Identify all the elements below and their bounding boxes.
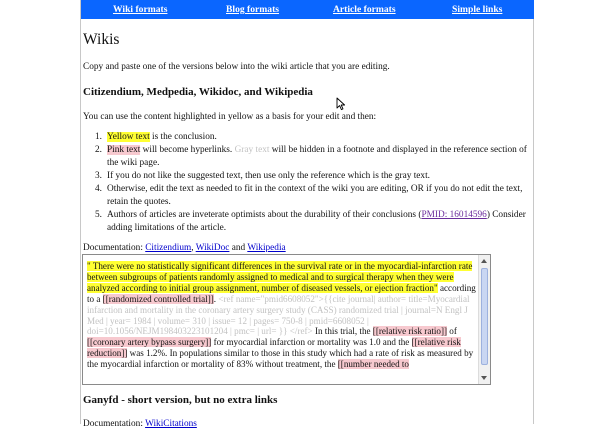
documentation-label: Documentation: [83,419,146,429]
list-number: 2. [95,145,102,156]
list-item: 4. Otherwise, edit the text as needed to… [95,183,531,208]
instruction-list: 1. Yellow text is the conclusion. 2. Pin… [95,131,531,235]
list-number: 4. [95,184,102,195]
list-item-text: Otherwise, edit the text as needed to fi… [107,184,523,207]
pmid-link[interactable]: PMID: 16014596 [421,210,486,220]
textarea-content: " There were no statistically significan… [87,261,477,370]
list-number: 5. [95,209,102,220]
gray-text-sample: Gray text [234,145,270,156]
section-lead-text: You can use the content highlighted in y… [83,112,377,122]
textarea-text: In this trial, the [312,326,373,337]
yellow-highlight-sample: Yellow text [107,132,150,142]
nav-link-article-formats[interactable]: Article formats [333,4,396,15]
scroll-down-arrow-icon[interactable] [481,376,487,380]
doc-link-wikicitations[interactable]: WikiCitations [145,419,197,429]
textarea-text: of [447,326,457,337]
list-number: 3. [95,170,102,181]
mouse-pointer-icon [336,97,346,111]
doc-separator: and [229,243,248,253]
list-item-text: is the conclusion. [149,132,217,142]
wikilink-number-needed-to-treat: [[number needed to [337,359,409,370]
wikilink-coronary-artery-bypass-surgery: [[coronary artery bypass surgery]] [87,337,212,348]
intro-text: Copy and paste one of the versions below… [83,62,390,72]
scroll-thumb[interactable] [481,268,488,365]
list-item-text: If you do not like the suggested text, t… [107,170,430,181]
conclusion-quote: " There were no statistically significan… [87,261,473,293]
list-item: 2. Pink text will become hyperlinks. Gra… [95,144,531,169]
doc-link-wikipedia[interactable]: Wikipedia [247,243,285,253]
nav-link-wiki-formats[interactable]: Wiki formats [113,4,167,15]
documentation-line: Documentation: Citizendium, WikiDoc and … [83,243,286,253]
nav-link-simple-links[interactable]: Simple links [452,4,502,15]
page-border-right [533,0,534,424]
textarea-text: for myocardial infarction or mortality w… [211,337,412,348]
list-item-text: will become hyperlinks. [140,145,235,156]
page-border-left [80,0,81,424]
wikilink-randomized-controlled-trial: [[randomized controlled trial]] [102,293,214,304]
doc-link-citizendium[interactable]: Citizendium [145,243,191,253]
documentation-line-2: Documentation: WikiCitations [83,419,197,429]
section-heading-wikis: Citizendium, Medpedia, Wikidoc, and Wiki… [83,86,313,98]
list-item-text: Authors of articles are inveterate optim… [107,209,422,220]
scroll-up-arrow-icon[interactable] [481,259,487,263]
section-heading-ganyfd: Ganyfd - short version, but no extra lin… [83,394,278,406]
list-item: 5. Authors of articles are inveterate op… [95,209,531,234]
page-title: Wikis [83,31,120,48]
list-item: 1. Yellow text is the conclusion. [95,131,531,144]
format-nav-bar: Wiki formats Blog formats Article format… [81,0,534,19]
list-item: 3. If you do not like the suggested text… [95,170,531,183]
wiki-markup-textarea[interactable]: " There were no statistically significan… [82,254,491,385]
textarea-scrollbar[interactable] [478,255,490,384]
list-number: 1. [95,132,102,142]
nav-link-blog-formats[interactable]: Blog formats [226,4,279,15]
wikilink-relative-risk-ratio: [[relative risk ratio]] [372,326,448,337]
pink-highlight-sample: Pink text [107,145,141,156]
documentation-label: Documentation: [83,243,146,253]
textarea-text: was 1.2%. In populations similar to thos… [87,348,474,370]
doc-link-wikidoc[interactable]: WikiDoc [196,243,230,253]
